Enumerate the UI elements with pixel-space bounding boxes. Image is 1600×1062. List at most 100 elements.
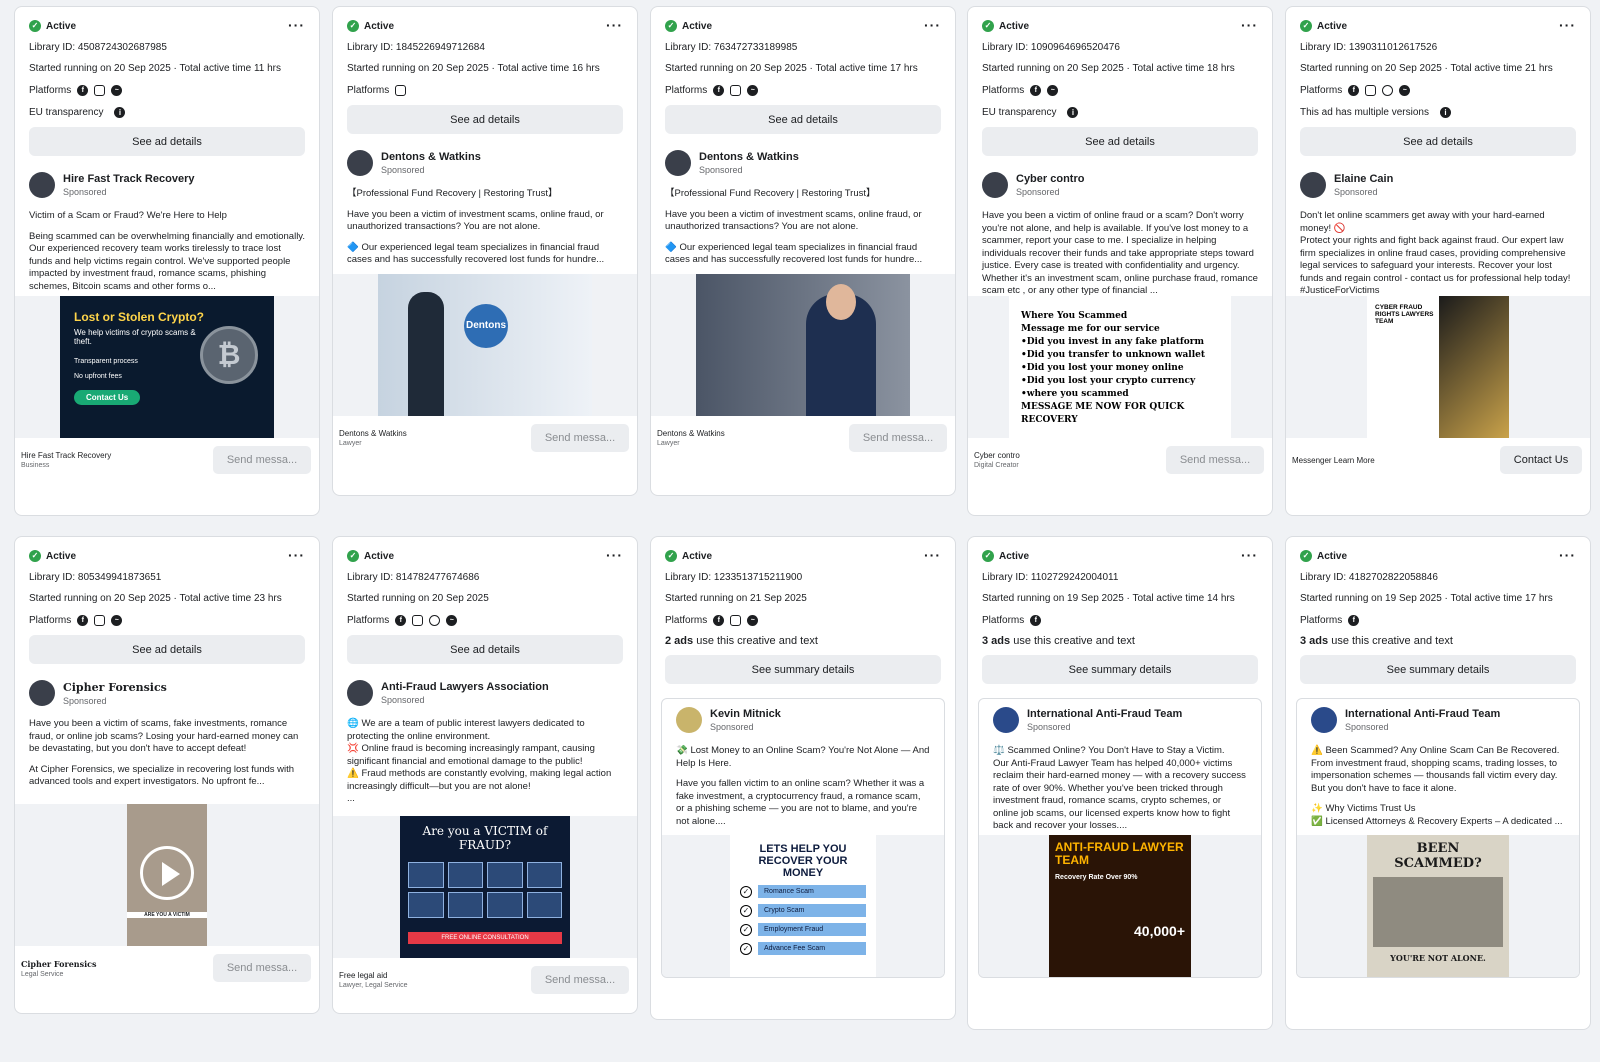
- advertiser: Kevin Mitnick Sponsored: [662, 705, 944, 735]
- see-ad-details-button[interactable]: See ad details: [347, 635, 623, 664]
- check-icon: ✓: [29, 550, 41, 562]
- ad-media[interactable]: LETS HELP YOU RECOVER YOUR MONEY ✓ Romanc…: [662, 835, 944, 977]
- ad-creative: Cipher Forensics Sponsored Have you been …: [15, 678, 319, 990]
- eu-transparency[interactable]: EU transparency i: [29, 105, 305, 119]
- library-id: Library ID: 1102729242004011: [982, 572, 1119, 583]
- eu-transparency[interactable]: EU transparency i: [982, 105, 1258, 119]
- send-message-button[interactable]: Send messa...: [1166, 446, 1264, 474]
- more-options-icon[interactable]: ···: [606, 547, 623, 563]
- advertiser-name[interactable]: Dentons & Watkins: [381, 151, 481, 163]
- ad-body: ⚠️ Been Scammed? Any Online Scam Can Be …: [1311, 745, 1563, 827]
- ad-footer: Dentons & Watkins Lawyer Send messa...: [333, 416, 637, 460]
- send-message-button[interactable]: Send messa...: [213, 446, 311, 474]
- messenger-icon: ~: [446, 614, 458, 626]
- ad-media[interactable]: BEEN SCAMMED? YOU'RE NOT ALONE.: [1297, 835, 1579, 977]
- ad-creative: Dentons & Watkins Sponsored 【Professional…: [651, 148, 955, 460]
- see-ad-details-button[interactable]: See ad details: [1300, 127, 1576, 156]
- ad-media[interactable]: ANTI-FRAUD LAWYER TEAM Recovery Rate Ove…: [979, 835, 1261, 977]
- ad-media[interactable]: Are you a VICTIM of FRAUD? FREE ONLINE C…: [333, 816, 637, 958]
- see-ad-details-button[interactable]: See ad details: [29, 127, 305, 156]
- more-options-icon[interactable]: ···: [924, 17, 941, 33]
- status-badge: ✓ Active: [1300, 19, 1576, 33]
- status-badge: ✓ Active: [665, 549, 941, 563]
- see-summary-details-button[interactable]: See summary details: [982, 655, 1258, 684]
- library-id: Library ID: 1845226949712684: [347, 42, 485, 53]
- more-options-icon[interactable]: ···: [1559, 17, 1576, 33]
- ad-media[interactable]: ARE YOU A VICTIM: [15, 804, 319, 946]
- see-ad-details-button[interactable]: See ad details: [29, 635, 305, 664]
- more-options-icon[interactable]: ···: [924, 547, 941, 563]
- see-summary-details-button[interactable]: See summary details: [1300, 655, 1576, 684]
- play-icon[interactable]: [140, 846, 194, 900]
- ad-card: ✓ Active ··· Library ID: 763472733189985 …: [650, 6, 956, 496]
- info-icon[interactable]: i: [114, 106, 126, 118]
- see-ad-details-button[interactable]: See ad details: [347, 105, 623, 134]
- see-summary-details-button[interactable]: See summary details: [665, 655, 941, 684]
- advertiser-name[interactable]: Dentons & Watkins: [699, 151, 799, 163]
- send-message-button[interactable]: Send messa...: [531, 424, 629, 452]
- messenger-icon: ~: [747, 84, 759, 96]
- info-icon[interactable]: i: [1067, 106, 1079, 118]
- more-options-icon[interactable]: ···: [1559, 547, 1576, 563]
- library-id: Library ID: 4182702822058846: [1300, 572, 1438, 583]
- ads-count: 3 ads use this creative and text: [1300, 635, 1453, 647]
- ad-creative: Hire Fast Track Recovery Sponsored Victim…: [15, 170, 319, 482]
- avatar[interactable]: [29, 680, 55, 706]
- check-icon: ✓: [982, 550, 994, 562]
- run-info: Started running on 21 Sep 2025: [665, 593, 807, 604]
- advertiser-name[interactable]: International Anti-Fraud Team: [1027, 708, 1182, 720]
- more-options-icon[interactable]: ···: [288, 17, 305, 33]
- status-badge: ✓ Active: [982, 549, 1258, 563]
- platforms-row: Platforms f ~: [1300, 83, 1576, 97]
- ad-media[interactable]: Dentons: [333, 274, 637, 416]
- ad-media[interactable]: CYBER FRAUD RIGHTS LAWYERS TEAM: [1286, 296, 1590, 438]
- facebook-icon: f: [1030, 614, 1042, 626]
- advertiser-name[interactable]: Elaine Cain: [1334, 173, 1393, 185]
- send-message-button[interactable]: Send messa...: [849, 424, 947, 452]
- ad-body: 💸 Lost Money to an Online Scam? You're N…: [676, 745, 930, 827]
- send-message-button[interactable]: Send messa...: [213, 954, 311, 982]
- more-options-icon[interactable]: ···: [606, 17, 623, 33]
- ad-media[interactable]: [651, 274, 955, 416]
- avatar[interactable]: [1300, 172, 1326, 198]
- avatar[interactable]: [347, 680, 373, 706]
- ad-creative: Anti-Fraud Lawyers Association Sponsored …: [333, 678, 637, 1002]
- avatar[interactable]: [665, 150, 691, 176]
- messenger-icon: ~: [1047, 84, 1059, 96]
- multiple-versions-note[interactable]: This ad has multiple versions i: [1300, 105, 1576, 119]
- more-options-icon[interactable]: ···: [288, 547, 305, 563]
- status-badge: ✓ Active: [347, 19, 623, 33]
- advertiser-name[interactable]: Kevin Mitnick: [710, 708, 781, 720]
- advertiser-name[interactable]: Hire Fast Track Recovery: [63, 173, 194, 185]
- send-message-button[interactable]: Send messa...: [531, 966, 629, 994]
- ad-media[interactable]: Lost or Stolen Crypto? We help victims o…: [15, 296, 319, 438]
- messenger-icon: ~: [1399, 84, 1411, 96]
- platforms-row: Platforms f: [1300, 613, 1576, 627]
- ad-media[interactable]: Where You Scammed Message me for our ser…: [968, 296, 1272, 438]
- advertiser-name[interactable]: Cipher Forensics: [63, 681, 167, 694]
- advertiser: Cyber contro Sponsored: [968, 170, 1272, 200]
- advertiser-name[interactable]: International Anti-Fraud Team: [1345, 708, 1500, 720]
- avatar[interactable]: [676, 707, 702, 733]
- more-options-icon[interactable]: ···: [1241, 17, 1258, 33]
- contact-us-button[interactable]: Contact Us: [1500, 446, 1582, 474]
- avatar[interactable]: [29, 172, 55, 198]
- avatar[interactable]: [1311, 707, 1337, 733]
- advertiser-name[interactable]: Cyber contro: [1016, 173, 1084, 185]
- more-options-icon[interactable]: ···: [1241, 547, 1258, 563]
- avatar[interactable]: [347, 150, 373, 176]
- status-badge: ✓ Active: [665, 19, 941, 33]
- status-badge: ✓ Active: [1300, 549, 1576, 563]
- advertiser: International Anti-Fraud Team Sponsored: [1297, 705, 1579, 735]
- see-ad-details-button[interactable]: See ad details: [982, 127, 1258, 156]
- ad-body: Have you been a victim of online fraud o…: [982, 210, 1258, 296]
- lady-justice-icon: [1439, 296, 1509, 438]
- avatar[interactable]: [993, 707, 1019, 733]
- ad-footer: Free legal aid Lawyer, Legal Service Send…: [333, 958, 637, 1002]
- ad-card: ✓ Active ··· Library ID: 1845226949712684…: [332, 6, 638, 496]
- info-icon[interactable]: i: [1439, 106, 1451, 118]
- see-ad-details-button[interactable]: See ad details: [665, 105, 941, 134]
- avatar[interactable]: [982, 172, 1008, 198]
- advertiser-name[interactable]: Anti-Fraud Lawyers Association: [381, 681, 549, 693]
- check-icon: ✓: [665, 20, 677, 32]
